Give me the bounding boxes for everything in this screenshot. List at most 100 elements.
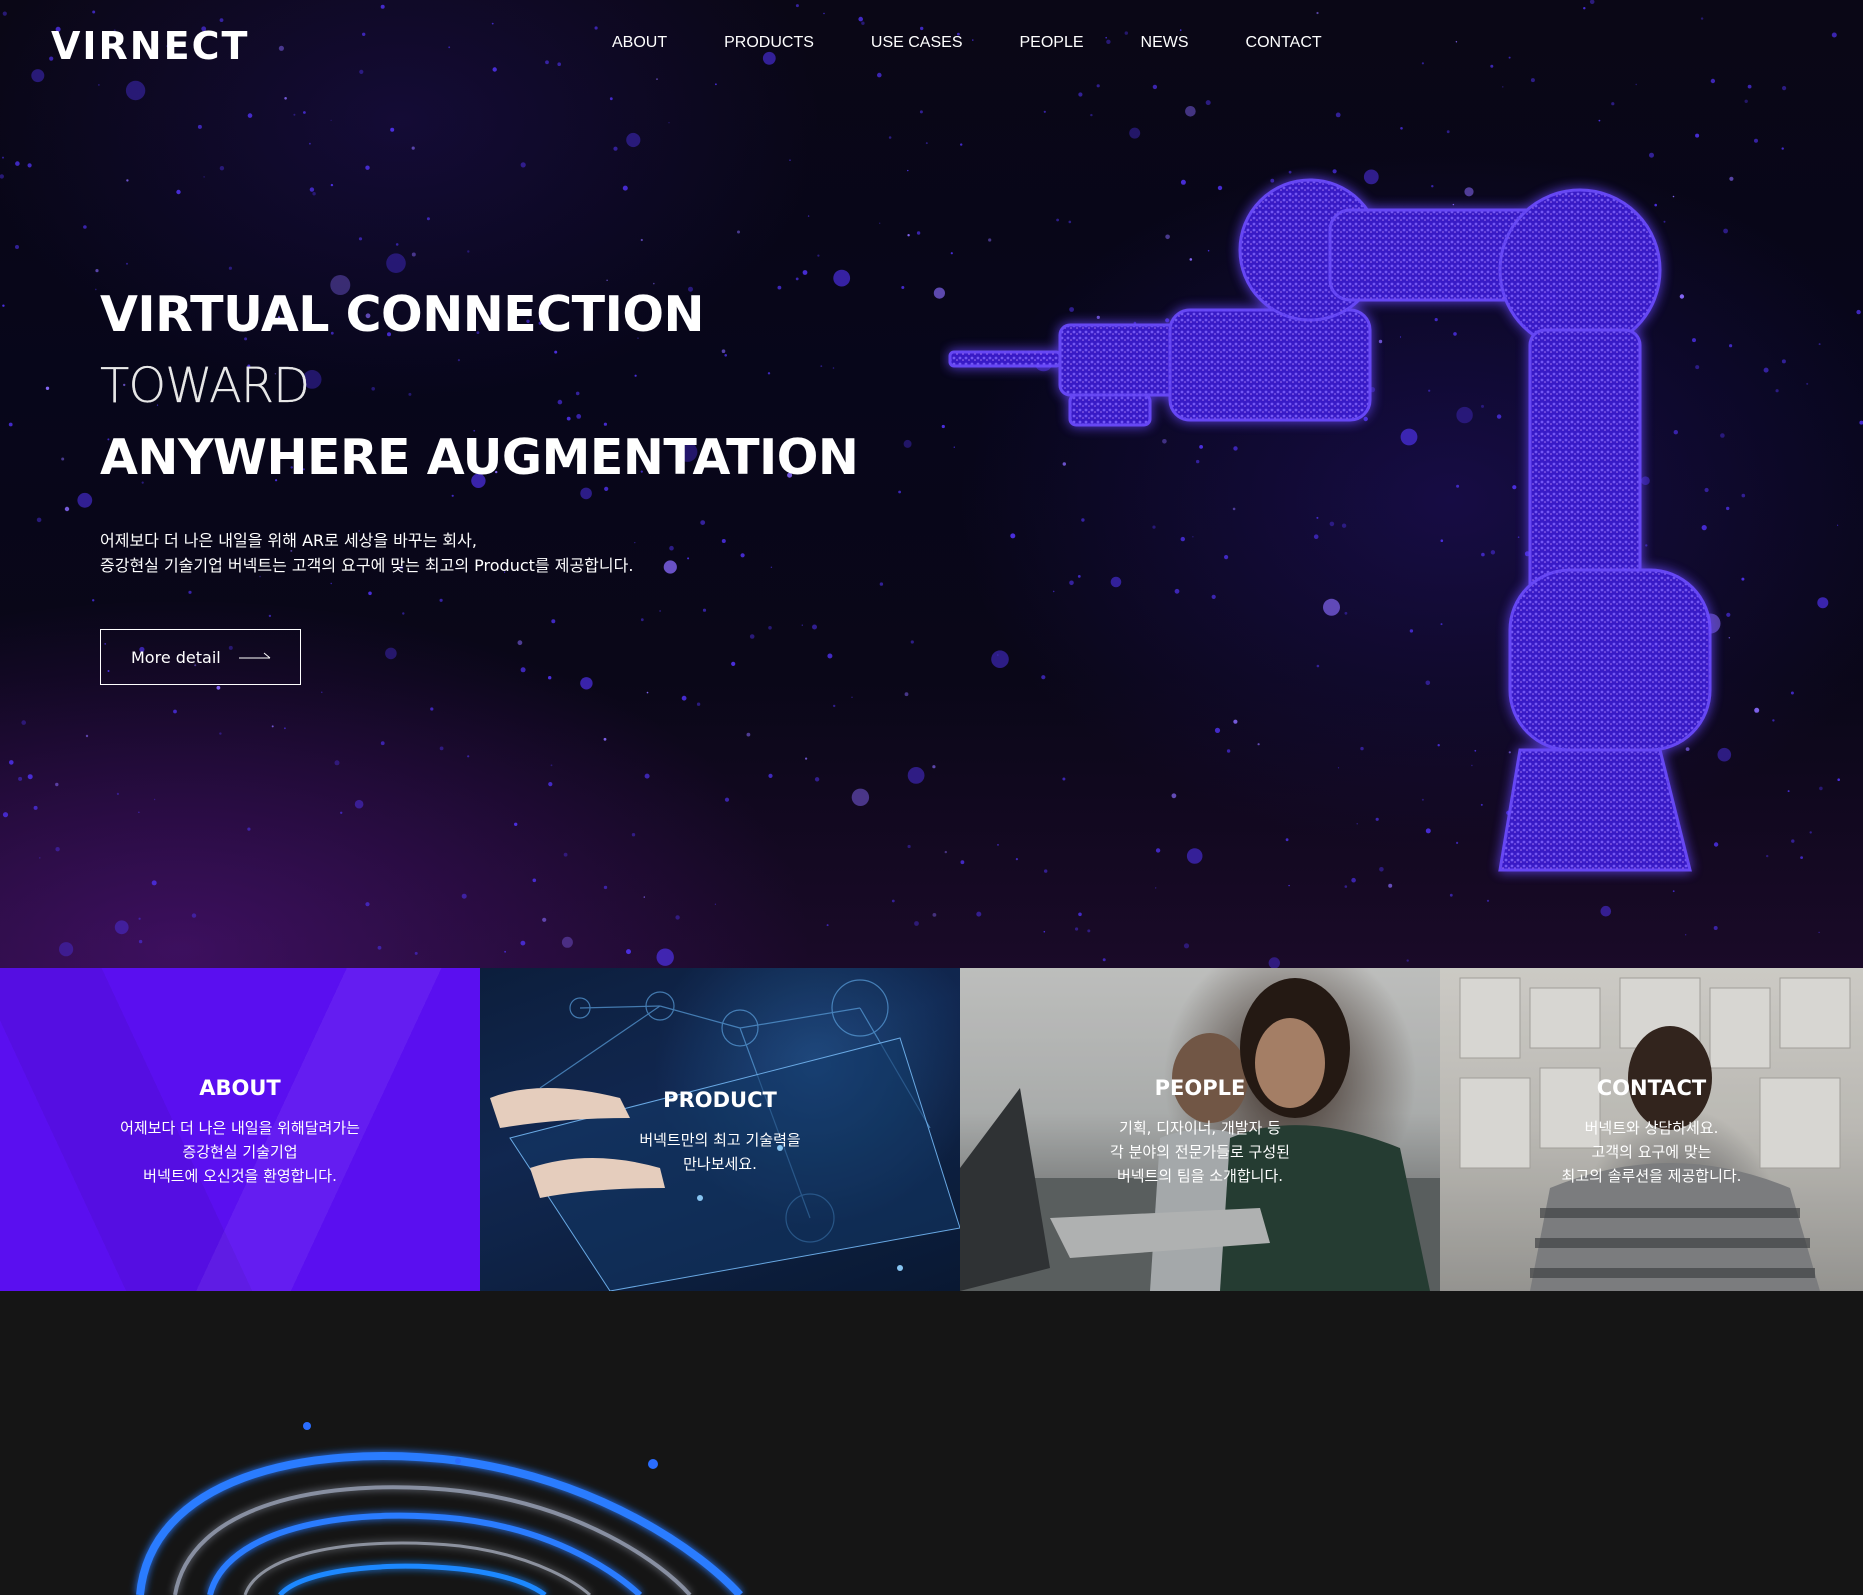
particle-dot xyxy=(426,217,430,221)
particle-dot xyxy=(520,162,526,168)
particle-dot xyxy=(284,97,287,100)
particle-dot xyxy=(330,183,334,187)
lower-section xyxy=(0,1291,1863,1595)
particle-dot xyxy=(548,782,553,787)
particle-dot xyxy=(795,277,799,281)
card-people-line2: 각 분야의 전문가들로 구성된 xyxy=(1110,1143,1290,1161)
particle-dot xyxy=(334,760,340,766)
particle-dot xyxy=(1744,99,1748,104)
particle-dot xyxy=(1763,367,1769,373)
particle-dot xyxy=(216,685,221,690)
nav-about[interactable]: ABOUT xyxy=(612,34,667,52)
particle-dot xyxy=(851,696,853,698)
particle-dot xyxy=(520,940,526,946)
particle-dot xyxy=(1754,707,1760,713)
particle-dot xyxy=(1790,691,1794,695)
particle-dot xyxy=(293,113,296,116)
card-product-line1: 버넥트만의 최고 기술력을 xyxy=(639,1131,801,1149)
particle-dot xyxy=(309,142,311,145)
hero-title-line1: VIRTUAL CONNECTION xyxy=(100,286,704,343)
particle-dot xyxy=(640,618,644,622)
nav-products[interactable]: PRODUCTS xyxy=(724,34,814,52)
particle-dot xyxy=(740,553,745,558)
particle-dot xyxy=(1205,100,1211,106)
nav-contact[interactable]: CONTACT xyxy=(1246,34,1322,52)
particle-dot xyxy=(561,936,573,948)
particle-dot xyxy=(833,269,851,287)
nav-people[interactable]: PEOPLE xyxy=(1020,34,1084,52)
nav-news[interactable]: NEWS xyxy=(1141,34,1189,52)
virnect-logo[interactable]: VIRNECT xyxy=(51,24,249,68)
particle-dot xyxy=(312,192,316,196)
particle-dot xyxy=(1818,931,1820,934)
top-navigation: VIRNECT ABOUT PRODUCTS USE CASES PEOPLE … xyxy=(0,0,1863,90)
particle-dot xyxy=(1800,856,1803,859)
card-product-text: 버넥트만의 최고 기술력을 만나보세요. xyxy=(480,1128,960,1176)
particle-dot xyxy=(919,110,923,114)
more-detail-button[interactable]: More detail xyxy=(100,629,301,685)
particle-dot xyxy=(812,624,817,630)
particle-dot xyxy=(1837,778,1840,781)
particle-dot xyxy=(833,704,836,708)
particle-dot xyxy=(228,266,232,270)
particle-dot xyxy=(36,517,42,523)
particle-dot xyxy=(15,161,20,166)
particle-dot xyxy=(59,942,74,957)
particle-dot xyxy=(219,732,222,735)
particle-dot xyxy=(55,847,60,852)
particle-dot xyxy=(1087,929,1091,933)
particle-dot xyxy=(55,782,59,787)
particle-dot xyxy=(414,951,418,955)
particle-dot xyxy=(197,124,202,129)
particle-dot xyxy=(386,253,406,273)
particle-dot xyxy=(1043,110,1046,113)
particle-dot xyxy=(814,777,820,782)
particle-dot xyxy=(904,692,909,697)
particle-dot xyxy=(749,634,755,639)
particle-dot xyxy=(2,812,9,818)
particle-dot xyxy=(609,97,613,101)
particle-dot xyxy=(9,760,14,765)
particle-dot xyxy=(1791,839,1795,843)
particle-dot xyxy=(439,746,444,751)
particle-dot xyxy=(411,252,416,257)
particle-dot xyxy=(737,230,740,234)
card-product[interactable]: PRODUCT 버넥트만의 최고 기술력을 만나보세요. xyxy=(480,968,960,1291)
particle-dot xyxy=(126,179,129,182)
particle-dot xyxy=(8,422,13,427)
card-people[interactable]: PEOPLE 기획, 디자이너, 개발자 등 각 분야의 전문가들로 구성된 버… xyxy=(960,968,1440,1291)
hero-section: VIRNECT ABOUT PRODUCTS USE CASES PEOPLE … xyxy=(0,0,1863,968)
particle-dot xyxy=(1611,102,1615,106)
particle-dot xyxy=(1787,790,1790,793)
particle-dot xyxy=(27,163,32,168)
particle-dot xyxy=(789,159,791,161)
particle-dot xyxy=(114,920,129,935)
particle-dot xyxy=(1781,359,1786,364)
particle-dot xyxy=(653,282,655,285)
particle-dot xyxy=(1817,597,1829,609)
particle-dot xyxy=(21,720,27,725)
particle-dot xyxy=(1102,958,1106,962)
feature-cards: ABOUT 어제보다 더 나은 내일을 위해달려가는 증강현실 기술기업 버넥트… xyxy=(0,968,1863,1291)
card-about[interactable]: ABOUT 어제보다 더 나은 내일을 위해달려가는 증강현실 기술기업 버넥트… xyxy=(0,968,480,1291)
particle-dot xyxy=(768,773,773,779)
card-contact[interactable]: CONTACT 버넥트와 상담하세요. 고객의 요구에 맞는 최고의 솔루션을 … xyxy=(1440,968,1863,1291)
particle-dot xyxy=(1741,577,1745,581)
main-menu: ABOUT PRODUCTS USE CASES PEOPLE NEWS CON… xyxy=(612,34,1322,52)
particle-dot xyxy=(33,805,38,810)
particle-dot xyxy=(604,486,609,491)
particle-dot xyxy=(777,285,782,290)
particle-dot xyxy=(702,608,707,612)
hero-description: 어제보다 더 나은 내일을 위해 AR로 세상을 바꾸는 회사, 증강현실 기술… xyxy=(100,528,633,578)
particle-dot xyxy=(451,494,454,497)
glowing-ring-illustration xyxy=(136,1422,743,1595)
particle-dot xyxy=(802,270,808,275)
particle-dot xyxy=(77,492,93,508)
particle-dot xyxy=(696,702,701,706)
particle-dot xyxy=(430,707,434,711)
nav-use-cases[interactable]: USE CASES xyxy=(871,34,963,52)
particle-dot xyxy=(439,598,443,602)
particle-dot xyxy=(95,269,99,273)
robot-arm-illustration xyxy=(948,178,1712,872)
particle-dot xyxy=(2,304,5,307)
